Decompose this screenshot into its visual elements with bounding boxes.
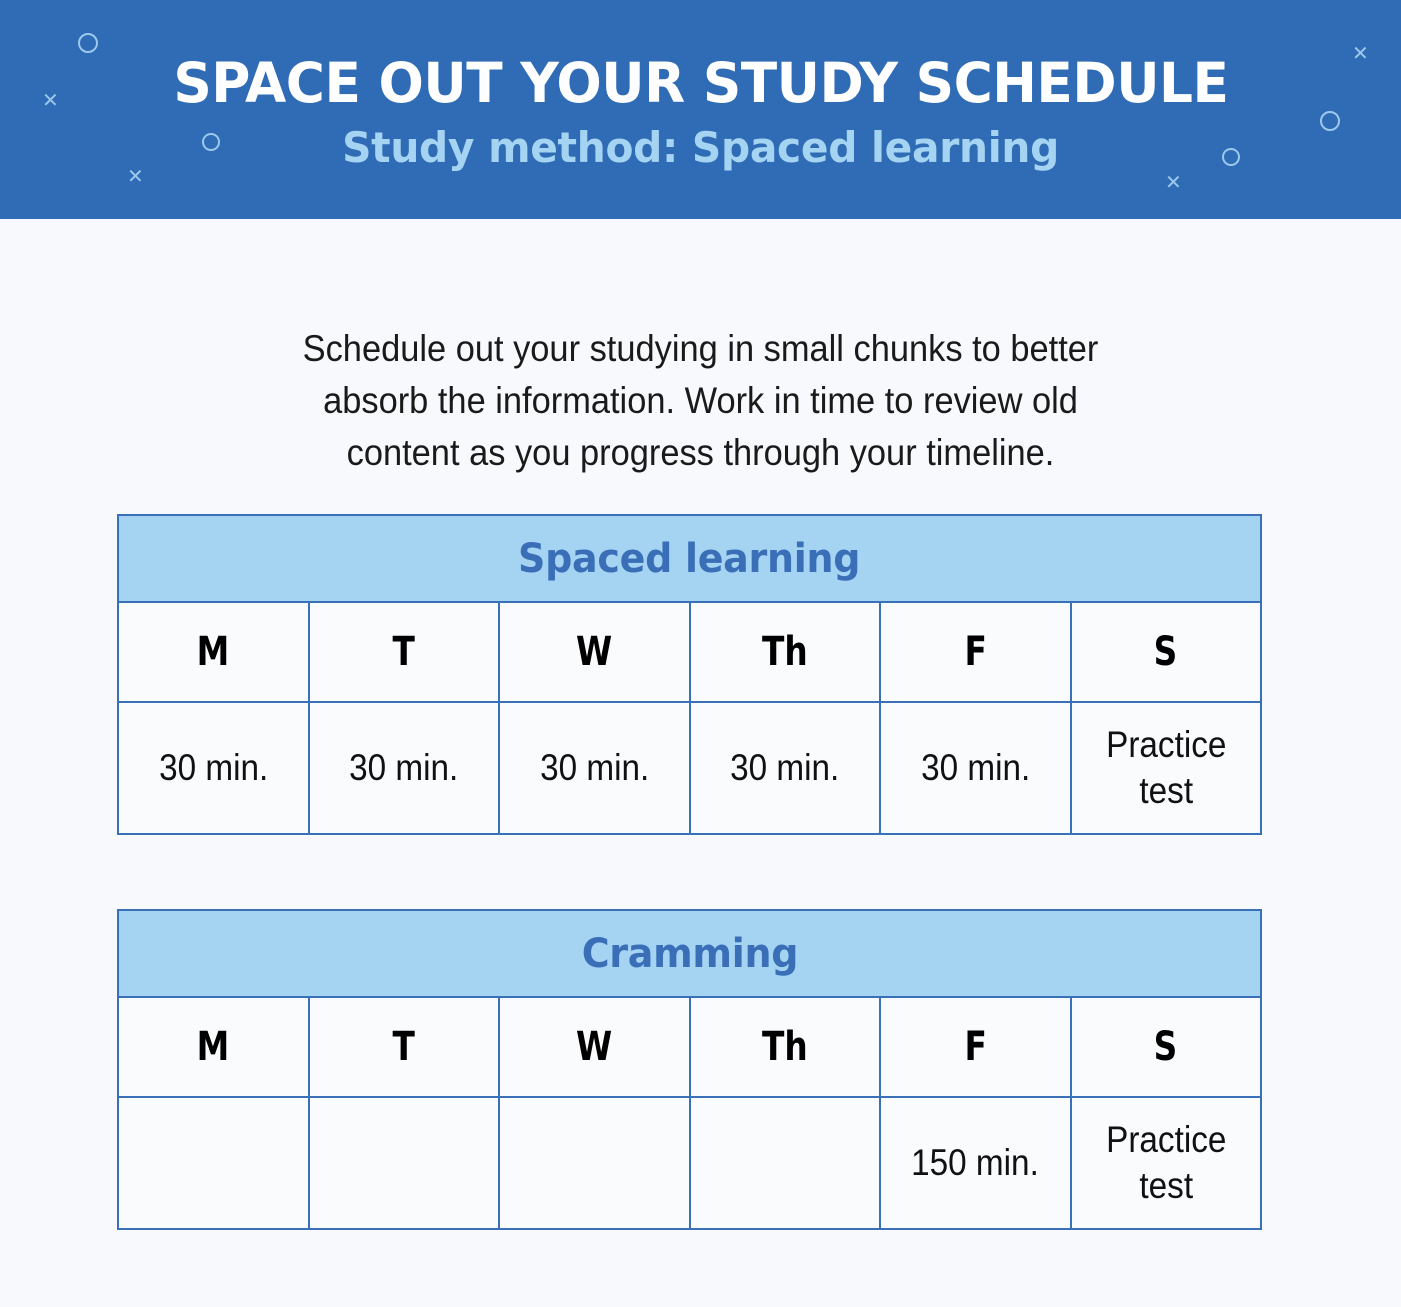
schedule-cell-value: 30 min. [920,747,1030,788]
schedule-cell-value: 30 min. [730,747,840,788]
day-header-label: S [1153,1024,1178,1070]
table-caption-row: Cramming [117,909,1262,998]
schedule-cell-value: 30 min. [158,747,268,788]
day-header-s: S [1069,601,1262,703]
table-row: 150 min. Practice test [117,1096,1262,1230]
day-header-label: Th [761,1024,808,1070]
schedule-cell-value: Practice test [1105,724,1226,811]
table-caption-cell: Cramming [117,909,1262,998]
banner-content: SPACE OUT YOUR STUDY SCHEDULE Study meth… [0,0,1401,219]
schedule-cell-value: 150 min. [911,1142,1040,1183]
schedule-table-cramming: Cramming M T W Th F S 150 min. Practice … [117,909,1262,1230]
schedule-cell-m: 30 min. [117,701,310,835]
schedule-cell-s: Practice test [1069,1096,1262,1230]
schedule-cell-t: 30 min. [307,701,500,835]
day-header-label: Th [761,629,808,675]
day-header-label: F [964,1024,987,1070]
schedule-cell-value: 30 min. [349,747,459,788]
day-header-label: M [196,1024,230,1070]
day-header-label: F [964,629,987,675]
day-header-t: T [307,996,500,1098]
page-subtitle: Study method: Spaced learning [342,123,1059,172]
schedule-cell-th [688,1096,881,1230]
day-header-f: F [879,601,1072,703]
schedule-cell-f: 150 min. [879,1096,1072,1230]
day-header-label: W [576,629,613,675]
day-header-f: F [879,996,1072,1098]
schedule-cell-th: 30 min. [688,701,881,835]
infographic-page: ✕ ✕ ✕ ✕ SPACE OUT YOUR STUDY SCHEDULE Study… [0,0,1401,1307]
day-header-th: Th [688,996,881,1098]
table-header-row: M T W Th F S [117,601,1262,703]
table-caption-row: Spaced learning [117,514,1262,603]
day-header-s: S [1069,996,1262,1098]
schedule-cell-value: 30 min. [539,747,649,788]
day-header-w: W [498,996,691,1098]
day-header-m: M [117,601,310,703]
table-caption-cell: Spaced learning [117,514,1262,603]
day-header-t: T [307,601,500,703]
table-header-row: M T W Th F S [117,996,1262,1098]
day-header-w: W [498,601,691,703]
intro-paragraph: Schedule out your studying in small chun… [302,328,1099,473]
day-header-label: W [576,1024,613,1070]
schedule-cell-w [498,1096,691,1230]
schedule-table-spaced-learning: Spaced learning M T W Th F S 30 min. 30 … [117,514,1262,835]
day-header-label: S [1153,629,1178,675]
schedule-cell-m [117,1096,310,1230]
page-title: SPACE OUT YOUR STUDY SCHEDULE [172,51,1229,115]
day-header-label: T [392,1024,415,1070]
schedule-cell-w: 30 min. [498,701,691,835]
schedule-cell-f: 30 min. [879,701,1072,835]
day-header-label: M [196,629,230,675]
table-caption-label: Spaced learning [518,535,861,582]
schedule-cell-t [307,1096,500,1230]
day-header-label: T [392,629,415,675]
day-header-m: M [117,996,310,1098]
table-row: 30 min. 30 min. 30 min. 30 min. 30 min. … [117,701,1262,835]
table-caption-label: Cramming [581,930,798,977]
schedule-cell-s: Practice test [1069,701,1262,835]
schedule-cell-value: Practice test [1105,1119,1226,1206]
day-header-th: Th [688,601,881,703]
header-banner: ✕ ✕ ✕ ✕ SPACE OUT YOUR STUDY SCHEDULE Study… [0,0,1401,219]
